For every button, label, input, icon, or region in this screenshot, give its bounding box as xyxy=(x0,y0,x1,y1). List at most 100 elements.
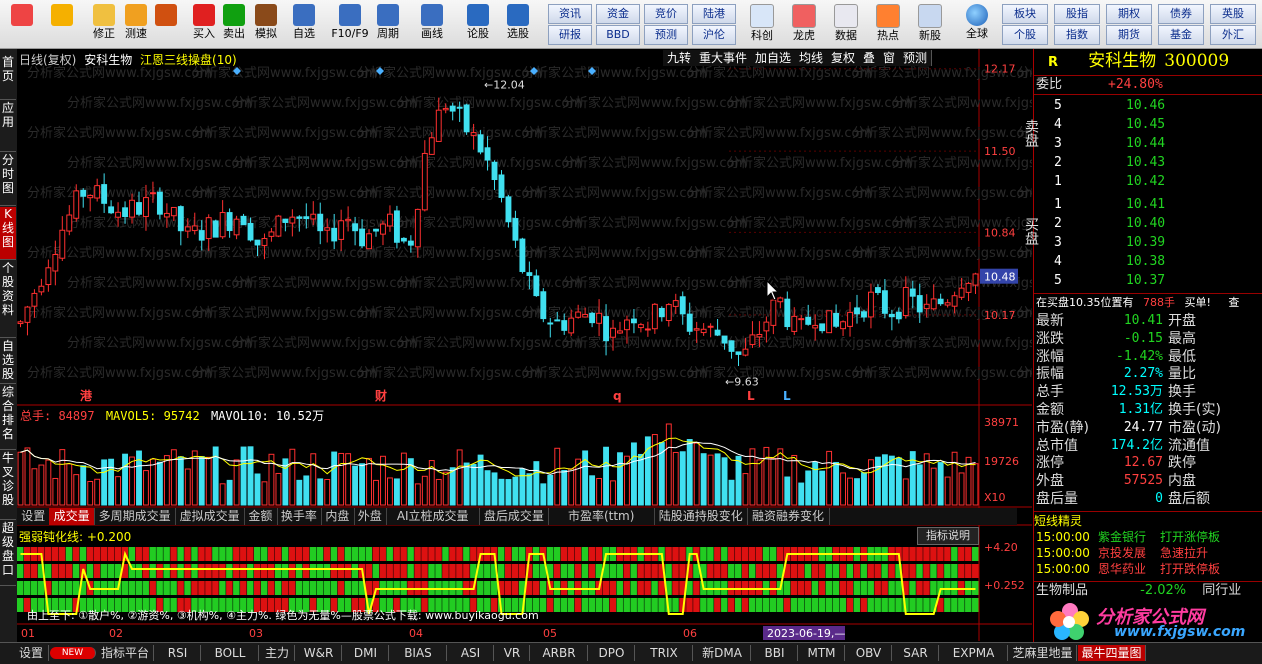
volume-tab-4[interactable]: 金额 xyxy=(244,508,278,525)
tool-xingu-button[interactable]: 新股 xyxy=(912,2,948,46)
bottom-tab-13[interactable]: TRIX xyxy=(636,645,693,661)
news-row[interactable]: 15:00:00 京投发展 急速拉升 xyxy=(1034,545,1262,561)
volume-tab-12[interactable]: 融资融券变化 xyxy=(747,508,830,525)
toolbar-power-button[interactable]: 测速 xyxy=(120,2,152,46)
volume-tab-8[interactable]: AI立桩成交量 xyxy=(386,508,481,525)
bottom-tab-2[interactable]: 指标平台 xyxy=(97,645,154,661)
market-8-button[interactable]: 基金 xyxy=(1158,25,1204,45)
candle-body xyxy=(470,132,477,136)
bottom-tab-14[interactable]: 新DMA xyxy=(694,645,751,661)
toolbar-bookmark-button[interactable]: 自选 xyxy=(288,2,320,46)
market-0-button[interactable]: 板块 xyxy=(1002,4,1048,24)
bottom-tab-3[interactable]: RSI xyxy=(155,645,201,661)
volume-tab-6[interactable]: 内盘 xyxy=(321,508,355,525)
volume-tab-0[interactable]: 设置 xyxy=(17,508,51,525)
indicator-cell xyxy=(574,547,582,561)
market-3-button[interactable]: 债券 xyxy=(1158,4,1204,24)
toolbar-clock-button[interactable] xyxy=(150,2,182,46)
quick-lugang[interactable]: 陆港 xyxy=(692,4,736,24)
market-6-button[interactable]: 指数 xyxy=(1054,25,1100,45)
volume-tab-3[interactable]: 虚拟成交量 xyxy=(175,508,246,525)
toolbar-back-arrow-button[interactable] xyxy=(46,2,78,46)
chart-tool-0[interactable]: 九转 xyxy=(663,50,696,66)
global-button[interactable]: 全球 xyxy=(958,2,996,46)
bottom-tab-18[interactable]: SAR xyxy=(893,645,939,661)
left-tab-8[interactable]: 超级盘口 xyxy=(0,521,16,586)
toolbar-cycle-button[interactable]: 周期 xyxy=(372,2,404,46)
tool-shuju-button[interactable]: 数据 xyxy=(828,2,864,46)
bottom-tab-7[interactable]: DMI xyxy=(343,645,389,661)
chart-tool-7[interactable]: 预测 xyxy=(899,50,932,66)
left-tab-2[interactable]: 分时图 xyxy=(0,153,16,206)
left-tab-6[interactable]: 综合排名 xyxy=(0,385,16,450)
toolbar-up-down-arrows-button[interactable]: 修正 xyxy=(88,2,120,46)
chart-tool-1[interactable]: 重大事件 xyxy=(695,50,752,66)
toolbar-pencil-button[interactable]: 画线 xyxy=(416,2,448,46)
left-tab-7[interactable]: 牛叉诊股 xyxy=(0,451,16,520)
toolbar-buy-button[interactable]: 买入 xyxy=(188,2,220,46)
toolbar-search-chart-button[interactable]: 选股 xyxy=(502,2,534,46)
chart-tool-2[interactable]: 加自选 xyxy=(751,50,796,66)
indicator-explain-button[interactable]: 指标说明 xyxy=(917,527,979,545)
market-4-button[interactable]: 英股 xyxy=(1210,4,1256,24)
quick-zixun[interactable]: 资讯 xyxy=(548,4,592,24)
bottom-tab-19[interactable]: EXPMA xyxy=(940,645,1008,661)
bottom-tab-21[interactable]: 最牛四量图 xyxy=(1078,645,1146,661)
news-row[interactable]: 15:00:00 紫金银行 打开涨停板 xyxy=(1034,529,1262,545)
toolbar-sell-button[interactable]: 卖出 xyxy=(218,2,250,46)
bottom-tab-20[interactable]: 芝麻里地量 xyxy=(1009,645,1077,661)
bottom-tab-1[interactable]: NEW xyxy=(50,647,96,659)
market-2-button[interactable]: 期权 xyxy=(1106,4,1152,24)
volume-tab-9[interactable]: 盘后成交量 xyxy=(479,508,550,525)
quick-jingjia[interactable]: 竞价 xyxy=(644,4,688,24)
market-7-button[interactable]: 期货 xyxy=(1106,25,1152,45)
volume-tab-10[interactable]: 市盈率(ttm) xyxy=(548,508,655,525)
quick-yuce[interactable]: 预测 xyxy=(644,25,688,45)
bottom-tab-17[interactable]: OBV xyxy=(846,645,892,661)
volume-tab-1[interactable]: 成交量 xyxy=(49,508,95,525)
market-5-button[interactable]: 个股 xyxy=(1002,25,1048,45)
left-tab-5[interactable]: 自选股 xyxy=(0,339,16,384)
left-tab-1[interactable]: 应用 xyxy=(0,101,16,152)
left-tab-0[interactable]: 首页 xyxy=(0,55,16,100)
chart-tool-4[interactable]: 复权 xyxy=(827,50,860,66)
chart-tool-6[interactable]: 窗 xyxy=(879,50,900,66)
bottom-tab-5[interactable]: 主力 xyxy=(260,645,295,661)
quick-zijin[interactable]: 资金 xyxy=(596,4,640,24)
quick-hulun[interactable]: 沪伦 xyxy=(692,25,736,45)
bottom-tab-4[interactable]: BOLL xyxy=(202,645,259,661)
bottom-tab-0[interactable]: 设置 xyxy=(14,645,49,661)
left-tab-3[interactable]: K线图 xyxy=(0,207,16,260)
news-row[interactable]: 15:00:00 恩华药业 打开跌停板 xyxy=(1034,561,1262,577)
quick-bbd[interactable]: BBD xyxy=(596,25,640,45)
volume-tab-11[interactable]: 陆股通持股变化 xyxy=(654,508,749,525)
toolbar-chat-button[interactable]: 论股 xyxy=(462,2,494,46)
tool-longhu-button[interactable]: 龙虎 xyxy=(786,2,822,46)
sector-peer-button[interactable]: 同行业 xyxy=(1202,583,1241,598)
chart-tool-3[interactable]: 均线 xyxy=(795,50,828,66)
bottom-tab-6[interactable]: W&R xyxy=(296,645,342,661)
tool-kechuang-button[interactable]: 科创 xyxy=(744,2,780,46)
bottom-tab-16[interactable]: MTM xyxy=(799,645,845,661)
bottom-tab-8[interactable]: BIAS xyxy=(390,645,447,661)
left-tab-4[interactable]: 个股资料 xyxy=(0,261,16,338)
toolbar-grid-menu-button[interactable] xyxy=(6,2,38,46)
toolbar-gavel-button[interactable]: 模拟 xyxy=(250,2,282,46)
bottom-tab-11[interactable]: ARBR xyxy=(531,645,588,661)
bottom-tab-12[interactable]: DPO xyxy=(589,645,635,661)
bottom-tab-10[interactable]: VR xyxy=(495,645,530,661)
bottom-tab-9[interactable]: ASI xyxy=(448,645,494,661)
bottom-tab-15[interactable]: BBI xyxy=(752,645,798,661)
chart-tool-5[interactable]: 叠 xyxy=(859,50,880,66)
tool-redian-button[interactable]: 热点 xyxy=(870,2,906,46)
order-alert-more[interactable]: 查 xyxy=(1228,296,1239,309)
volume-tab-7[interactable]: 外盘 xyxy=(354,508,387,525)
volume-bar xyxy=(958,472,965,506)
toolbar-window-button[interactable]: F10/F9 xyxy=(330,2,370,46)
kline-chart[interactable]: 分析家公式网www.fxjgsw.com分析家公式网www.fxjgsw.com… xyxy=(17,49,1262,642)
volume-tab-2[interactable]: 多周期成交量 xyxy=(94,508,177,525)
volume-tab-5[interactable]: 换手率 xyxy=(277,508,323,525)
quick-yanbao[interactable]: 研报 xyxy=(548,25,592,45)
market-9-button[interactable]: 外汇 xyxy=(1210,25,1256,45)
market-1-button[interactable]: 股指 xyxy=(1054,4,1100,24)
